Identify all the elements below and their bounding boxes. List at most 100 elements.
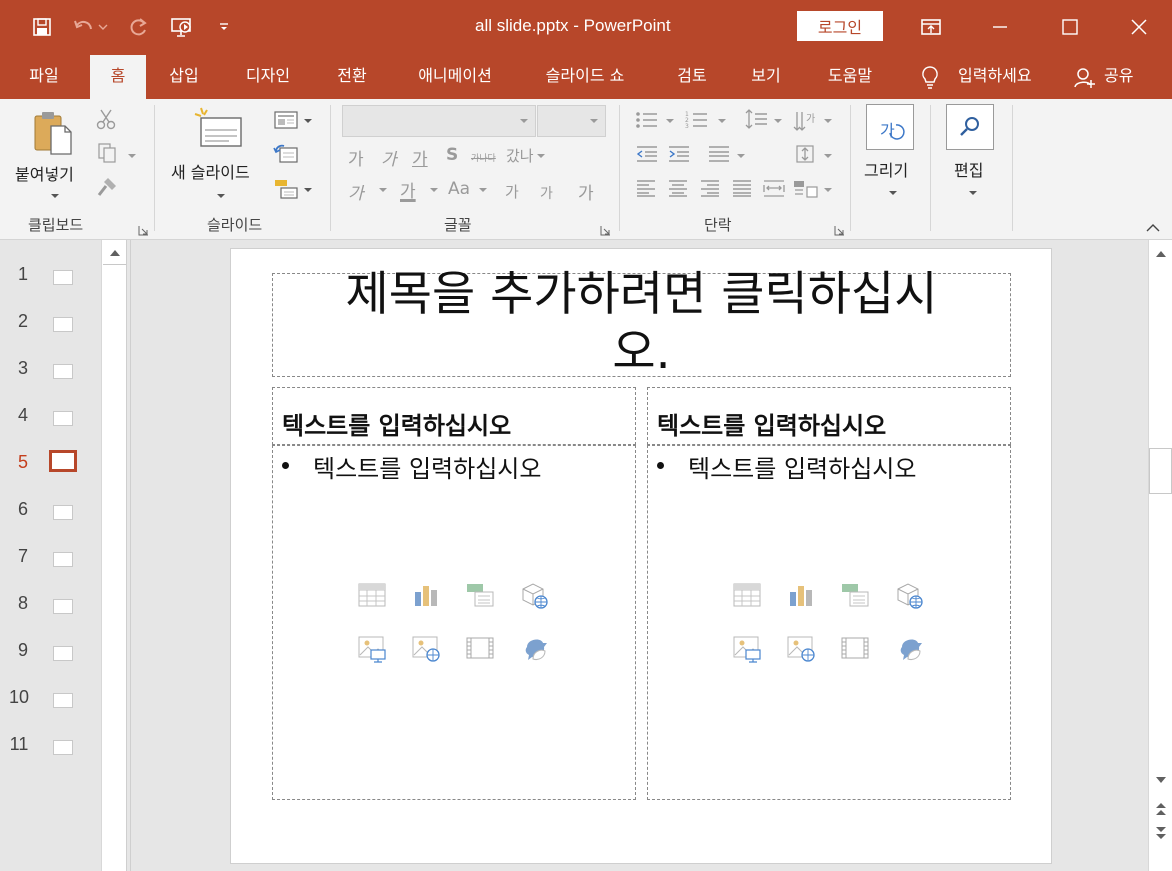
distributed-icon[interactable]: [762, 177, 786, 199]
clipboard-launcher-icon[interactable]: [138, 221, 149, 236]
shadow-button[interactable]: S: [446, 145, 458, 165]
tab-slideshow[interactable]: 슬라이드 쇼: [530, 55, 640, 99]
font-name-dropdown-icon[interactable]: [520, 119, 528, 123]
scroll-up-icon[interactable]: [1152, 246, 1170, 262]
thumbnail-scrollbar[interactable]: [101, 240, 127, 871]
slide-thumbnail[interactable]: [53, 740, 73, 755]
ribbon-display-options-icon[interactable]: [911, 9, 951, 45]
online-picture-icon[interactable]: [786, 633, 816, 663]
underline-button[interactable]: 가: [412, 145, 428, 170]
edit-dropdown-icon[interactable]: [969, 191, 977, 195]
align-text-icon[interactable]: [792, 141, 820, 167]
bullets-icon[interactable]: [634, 109, 660, 131]
share-person-icon[interactable]: [1072, 66, 1098, 90]
slideshow-from-start-icon[interactable]: [168, 13, 196, 41]
tell-me-search[interactable]: 입력하세요: [948, 55, 1044, 99]
table-icon[interactable]: [732, 580, 762, 610]
left-heading-placeholder[interactable]: 텍스트를 입력하십시오: [272, 387, 636, 445]
chart-icon[interactable]: [786, 580, 816, 610]
collapse-ribbon-icon[interactable]: [1144, 221, 1162, 235]
copy-dropdown-icon[interactable]: [128, 154, 136, 158]
customize-qat-icon[interactable]: [212, 13, 236, 41]
smartart-icon[interactable]: [840, 580, 870, 610]
slide-thumbnail-pane[interactable]: 1 2 3 4 5 6 7 8 9 10 11: [0, 240, 101, 871]
font-color-dropdown-icon[interactable]: [430, 188, 438, 192]
change-case-dropdown-icon[interactable]: [479, 188, 487, 192]
slide-thumbnail[interactable]: [53, 364, 73, 379]
edit-label[interactable]: 편집: [954, 157, 983, 181]
icons-icon[interactable]: [894, 633, 924, 663]
slide-thumbnail[interactable]: [53, 693, 73, 708]
section-dropdown-icon[interactable]: [304, 188, 312, 192]
redo-icon[interactable]: [124, 13, 152, 41]
character-spacing-button[interactable]: 갔나: [506, 145, 534, 166]
paste-label[interactable]: 붙여넣기: [15, 161, 74, 185]
slide-thumbnail[interactable]: [53, 505, 73, 520]
columns-icon[interactable]: [706, 143, 732, 165]
scroll-thumb[interactable]: [1149, 448, 1172, 494]
tab-help[interactable]: 도움말: [815, 55, 885, 99]
italic-button[interactable]: 가: [381, 145, 397, 170]
search-icon[interactable]: [946, 104, 994, 150]
save-icon[interactable]: [28, 13, 56, 41]
right-heading-placeholder[interactable]: 텍스트를 입력하십시오: [647, 387, 1011, 445]
font-color-button[interactable]: 가: [400, 177, 416, 202]
3d-model-icon[interactable]: [519, 580, 549, 610]
login-button[interactable]: 로그인: [797, 11, 883, 41]
3d-model-icon[interactable]: [894, 580, 924, 610]
text-direction-icon[interactable]: 가: [792, 107, 820, 133]
line-spacing-dropdown-icon[interactable]: [774, 119, 782, 123]
undo-dropdown-icon[interactable]: [96, 13, 110, 41]
table-icon[interactable]: [357, 580, 387, 610]
increase-indent-icon[interactable]: [666, 143, 692, 165]
video-icon[interactable]: [465, 633, 495, 663]
paragraph-launcher-icon[interactable]: [834, 221, 845, 236]
slide-thumbnail[interactable]: [53, 646, 73, 661]
paste-icon[interactable]: [30, 109, 76, 157]
scroll-up-icon[interactable]: [106, 244, 124, 262]
paste-dropdown-icon[interactable]: [51, 194, 59, 198]
tab-design[interactable]: 디자인: [232, 55, 304, 99]
picture-icon[interactable]: [357, 633, 387, 663]
numbering-dropdown-icon[interactable]: [718, 119, 726, 123]
maximize-icon[interactable]: [1050, 9, 1090, 45]
reset-slide-icon[interactable]: [272, 143, 300, 165]
bold-button[interactable]: 가: [348, 145, 364, 170]
picture-icon[interactable]: [732, 633, 762, 663]
tab-view[interactable]: 보기: [740, 55, 792, 99]
minimize-icon[interactable]: [980, 9, 1020, 45]
font-launcher-icon[interactable]: [600, 221, 611, 236]
font-name-combo[interactable]: [342, 105, 536, 137]
new-slide-label[interactable]: 새 슬라이드: [171, 159, 250, 183]
cut-icon[interactable]: [94, 107, 118, 131]
highlight-dropdown-icon[interactable]: [379, 188, 387, 192]
slide-scrollbar[interactable]: [1148, 240, 1172, 871]
decrease-indent-icon[interactable]: [634, 143, 660, 165]
justify-icon[interactable]: [730, 177, 754, 199]
align-left-icon[interactable]: [634, 177, 658, 199]
slide-thumbnail[interactable]: [53, 411, 73, 426]
left-content-placeholder[interactable]: 텍스트를 입력하십시오: [272, 445, 636, 800]
tab-animations[interactable]: 애니메이션: [400, 55, 510, 99]
tab-review[interactable]: 검토: [664, 55, 720, 99]
close-icon[interactable]: [1119, 9, 1159, 45]
next-slide-icon[interactable]: [1152, 824, 1170, 842]
align-center-icon[interactable]: [666, 177, 690, 199]
scroll-down-icon[interactable]: [1152, 772, 1170, 788]
chart-icon[interactable]: [411, 580, 441, 610]
slide-thumbnail[interactable]: [53, 552, 73, 567]
tab-transitions[interactable]: 전환: [326, 55, 378, 99]
grow-font-button[interactable]: 가: [505, 181, 519, 202]
slide-thumbnail[interactable]: [53, 317, 73, 332]
layout-dropdown-icon[interactable]: [304, 119, 312, 123]
slide-thumbnail[interactable]: [53, 270, 73, 285]
icons-icon[interactable]: [519, 633, 549, 663]
align-text-dropdown-icon[interactable]: [824, 154, 832, 158]
line-spacing-icon[interactable]: [744, 107, 770, 131]
highlight-button[interactable]: 가: [348, 179, 364, 204]
strikethrough-button[interactable]: 가나다: [471, 151, 496, 164]
smartart-icon[interactable]: [465, 580, 495, 610]
undo-icon[interactable]: [70, 13, 98, 41]
draw-button-icon[interactable]: 가: [866, 104, 914, 150]
video-icon[interactable]: [840, 633, 870, 663]
